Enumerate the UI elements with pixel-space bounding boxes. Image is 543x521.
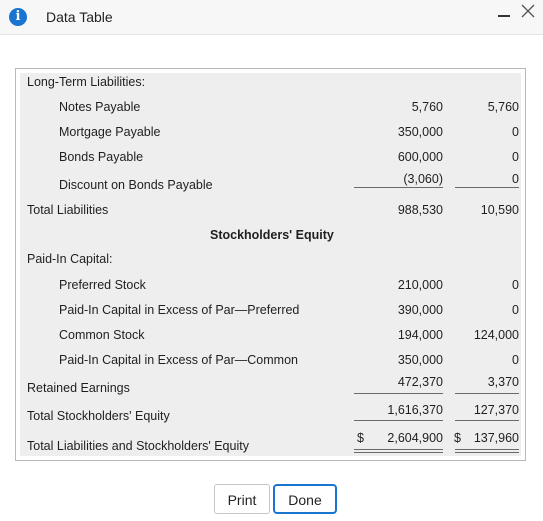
underline-rule xyxy=(455,420,519,421)
value-col1: 350,000 xyxy=(397,125,443,139)
underline-rule xyxy=(354,393,443,394)
value-col2: 3,370 xyxy=(487,375,519,389)
value-col1: 1,616,370 xyxy=(387,403,443,417)
value-col2: 0 xyxy=(512,125,519,139)
value-col2: 0 xyxy=(512,278,519,292)
underline-rule xyxy=(455,452,519,453)
row-label: Common Stock xyxy=(59,328,145,342)
value-col1: (3,060) xyxy=(403,172,443,186)
value-col1: 988,530 xyxy=(397,203,443,217)
value-col1: 2,604,900 xyxy=(387,431,443,445)
row-label: Long-Term Liabilities: xyxy=(27,75,146,89)
value-col2: 10,590 xyxy=(480,203,519,217)
value-col2: 5,760 xyxy=(487,100,519,114)
value-col1: 350,000 xyxy=(397,353,443,367)
value-col2: 0 xyxy=(512,150,519,164)
dialog-title-bar: i Data Table xyxy=(0,0,543,35)
value-col2: 124,000 xyxy=(473,328,519,342)
value-col1: 390,000 xyxy=(397,303,443,317)
row-label: Mortgage Payable xyxy=(59,125,161,139)
value-col1: 194,000 xyxy=(397,328,443,342)
value-col2: 127,370 xyxy=(473,403,519,417)
underline-rule xyxy=(455,187,519,188)
done-button[interactable]: Done xyxy=(273,484,337,514)
value-col1: 600,000 xyxy=(397,150,443,164)
print-button[interactable]: Print xyxy=(214,484,270,514)
close-icon[interactable] xyxy=(520,3,536,19)
currency-symbol: $ xyxy=(357,431,364,445)
row-label: Paid-In Capital: xyxy=(27,252,113,266)
value-col2: 0 xyxy=(512,172,519,186)
value-col1: 472,370 xyxy=(397,375,443,389)
minimize-icon[interactable] xyxy=(498,15,510,17)
currency-symbol: $ xyxy=(454,431,461,445)
row-label: Preferred Stock xyxy=(59,278,146,292)
row-label: Paid-In Capital in Excess of Par—Common xyxy=(59,353,298,367)
row-label: Notes Payable xyxy=(59,100,141,114)
value-col2: 0 xyxy=(512,353,519,367)
value-col1: 5,760 xyxy=(411,100,443,114)
section-heading: Stockholders' Equity xyxy=(210,228,334,242)
info-icon: i xyxy=(9,8,27,26)
row-label: Total Liabilities xyxy=(27,203,109,217)
value-col1: 210,000 xyxy=(397,278,443,292)
row-label: Bonds Payable xyxy=(59,150,144,164)
underline-rule xyxy=(354,420,443,421)
value-col2: 0 xyxy=(512,303,519,317)
row-label: Paid-In Capital in Excess of Par—Preferr… xyxy=(59,303,300,317)
dialog-title: Data Table xyxy=(46,9,113,25)
underline-rule xyxy=(354,452,443,453)
row-label: Discount on Bonds Payable xyxy=(59,178,213,192)
underline-rule xyxy=(455,393,519,394)
underline-rule xyxy=(455,449,519,450)
underline-rule xyxy=(354,187,443,188)
value-col2: 137,960 xyxy=(473,431,519,445)
row-label: Total Stockholders' Equity xyxy=(27,409,170,423)
row-label: Retained Earnings xyxy=(27,381,130,395)
row-label: Total Liabilities and Stockholders' Equi… xyxy=(27,439,249,453)
underline-rule xyxy=(354,449,443,450)
